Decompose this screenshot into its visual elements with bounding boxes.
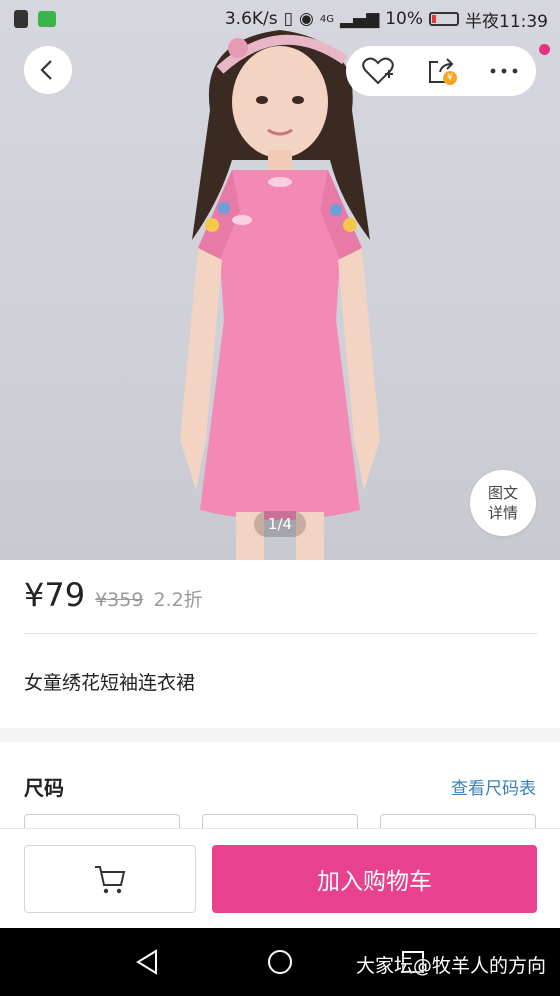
cart-icon (95, 866, 126, 894)
heart-add-icon (361, 57, 394, 85)
eye-icon: ◉ (299, 9, 314, 29)
more-dots-icon (490, 68, 518, 74)
image-pager: 1/4 (254, 511, 306, 537)
original-price: ¥359 (95, 589, 144, 611)
bottom-action-bar: 加入购物车 (0, 828, 560, 928)
watermark: 大家坛@牧羊人的方向 (355, 955, 546, 977)
add-to-cart-button[interactable]: 加入购物车 (212, 845, 537, 913)
section-separator (0, 728, 560, 742)
top-actions: ¥ (346, 46, 536, 96)
status-right: 3.6K/s ▯ ◉ 4G ▂▄▆ 10% 半夜11:39 (225, 7, 548, 32)
share-button[interactable]: ¥ (421, 51, 461, 91)
size-chart-link[interactable]: 查看尺码表 (451, 774, 536, 799)
back-button[interactable] (24, 46, 72, 94)
divider (24, 633, 538, 634)
battery-icon (429, 12, 459, 26)
size-label: 尺码 (24, 776, 64, 800)
app-notification-icon (38, 11, 56, 27)
notification-dot (539, 44, 550, 55)
status-bar: 3.6K/s ▯ ◉ 4G ▂▄▆ 10% 半夜11:39 (0, 0, 560, 38)
circle-home-icon (267, 950, 292, 974)
product-photo (180, 30, 380, 560)
image-text-detail-button[interactable]: 图文 详情 (470, 470, 536, 536)
network-type: 4G (319, 13, 334, 25)
nav-home-button[interactable] (260, 942, 300, 982)
detail-label-line2: 详情 (487, 504, 518, 522)
more-button[interactable] (484, 51, 524, 91)
battery-percent: 10% (385, 9, 423, 29)
signal-icon: ▂▄▆ (339, 9, 380, 29)
nav-back-button[interactable] (127, 942, 167, 982)
price-row: ¥79 ¥359 2.2折 (24, 576, 203, 614)
system-nav-bar: 大家坛@牧羊人的方向 (0, 928, 560, 996)
cart-button[interactable] (24, 845, 196, 913)
coin-icon: ¥ (442, 71, 457, 85)
clock: 半夜11:39 (465, 11, 548, 32)
discount-label: 2.2折 (153, 589, 203, 611)
current-price: ¥79 (24, 576, 86, 614)
chevron-left-icon (40, 60, 52, 80)
triangle-back-icon (135, 949, 157, 975)
product-title: 女童绣花短袖连衣裙 (24, 672, 196, 694)
detail-label-line1: 图文 (487, 484, 518, 502)
favorite-button[interactable] (358, 51, 398, 91)
alert-icon (14, 10, 28, 28)
network-speed: 3.6K/s (224, 9, 278, 29)
vibrate-icon: ▯ (283, 9, 293, 29)
status-left (14, 10, 56, 28)
